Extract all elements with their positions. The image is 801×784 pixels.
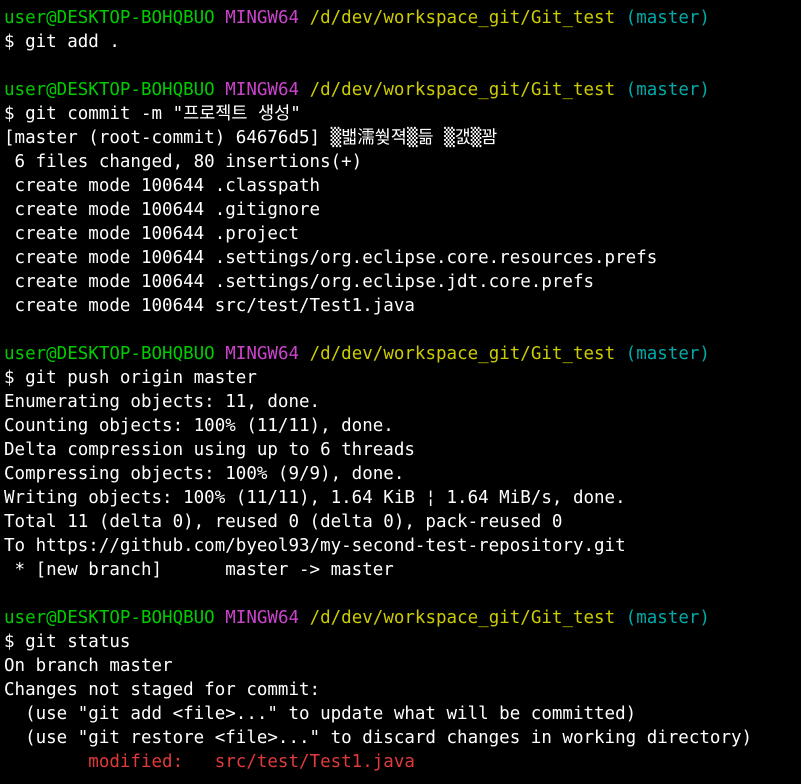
- output-line: create mode 100644 .project: [4, 222, 801, 246]
- output-line: create mode 100644 .gitignore: [4, 198, 801, 222]
- prompt-user: user@DESKTOP-BOHQBUO: [4, 80, 215, 100]
- output-line: 6 files changed, 80 insertions(+): [4, 150, 801, 174]
- line-text: Total 11 (delta 0), reused 0 (delta 0), …: [4, 512, 563, 532]
- line-text: Compressing objects: 100% (9/9), done.: [4, 464, 405, 484]
- output-line: create mode 100644 .settings/org.eclipse…: [4, 270, 801, 294]
- output-line: Delta compression using up to 6 threads: [4, 438, 801, 462]
- line-text: create mode 100644 .classpath: [4, 176, 321, 196]
- prompt-line: user@DESKTOP-BOHQBUO MINGW64 /d/dev/work…: [4, 78, 801, 102]
- command-line: $ git commit -m "프로젝트 생성": [4, 102, 801, 126]
- prompt-path: /d/dev/workspace_git/Git_test: [309, 344, 616, 364]
- output-line: Changes not staged for commit:: [4, 678, 801, 702]
- prompt-branch: (master): [625, 608, 710, 628]
- line-text: * [new branch] master -> master: [4, 560, 394, 580]
- prompt-branch: (master): [625, 8, 710, 28]
- line-text: Changes not staged for commit:: [4, 680, 321, 700]
- line-text: $ git commit -m "프로젝트 생성": [4, 104, 301, 124]
- line-text: $ git push origin master: [4, 368, 257, 388]
- prompt-branch: (master): [625, 80, 710, 100]
- command-line: $ git push origin master: [4, 366, 801, 390]
- prompt-path: /d/dev/workspace_git/Git_test: [309, 8, 616, 28]
- command-line: $ git add .: [4, 30, 801, 54]
- output-line: create mode 100644 src/test/Test1.java: [4, 294, 801, 318]
- line-text: [master (root-commit) 64676d5] ▒밻濡쒖젹▒듦 ▒…: [4, 128, 498, 148]
- prompt-user: user@DESKTOP-BOHQBUO: [4, 8, 215, 28]
- line-text: create mode 100644 src/test/Test1.java: [4, 296, 415, 316]
- output-line: Compressing objects: 100% (9/9), done.: [4, 462, 801, 486]
- output-line: To https://github.com/byeol93/my-second-…: [4, 534, 801, 558]
- line-text: create mode 100644 .settings/org.eclipse…: [4, 248, 658, 268]
- prompt-line: user@DESKTOP-BOHQBUO MINGW64 /d/dev/work…: [4, 342, 801, 366]
- line-text: create mode 100644 .project: [4, 224, 300, 244]
- line-text: create mode 100644 .settings/org.eclipse…: [4, 272, 595, 292]
- output-line: * [new branch] master -> master: [4, 558, 801, 582]
- modified-file-line: modified: src/test/Test1.java: [4, 750, 801, 774]
- terminal-output[interactable]: user@DESKTOP-BOHQBUO MINGW64 /d/dev/work…: [4, 6, 801, 774]
- output-line: Writing objects: 100% (11/11), 1.64 KiB …: [4, 486, 801, 510]
- output-line: [master (root-commit) 64676d5] ▒밻濡쒖젹▒듦 ▒…: [4, 126, 801, 150]
- prompt-host: MINGW64: [225, 608, 300, 628]
- output-line: (use "git add <file>..." to update what …: [4, 702, 801, 726]
- output-line: Total 11 (delta 0), reused 0 (delta 0), …: [4, 510, 801, 534]
- line-text: $ git add .: [4, 32, 120, 52]
- prompt-host: MINGW64: [225, 80, 300, 100]
- line-text: $ git status: [4, 632, 131, 652]
- line-text: Counting objects: 100% (11/11), done.: [4, 416, 394, 436]
- line-text: On branch master: [4, 656, 173, 676]
- prompt-path: /d/dev/workspace_git/Git_test: [309, 608, 616, 628]
- line-text: create mode 100644 .gitignore: [4, 200, 321, 220]
- prompt-path: /d/dev/workspace_git/Git_test: [309, 80, 616, 100]
- prompt-line: user@DESKTOP-BOHQBUO MINGW64 /d/dev/work…: [4, 606, 801, 630]
- output-line: Counting objects: 100% (11/11), done.: [4, 414, 801, 438]
- command-line: $ git status: [4, 630, 801, 654]
- line-text: Writing objects: 100% (11/11), 1.64 KiB …: [4, 488, 626, 508]
- line-text: 6 files changed, 80 insertions(+): [4, 152, 363, 172]
- prompt-host: MINGW64: [225, 8, 300, 28]
- prompt-line: user@DESKTOP-BOHQBUO MINGW64 /d/dev/work…: [4, 6, 801, 30]
- output-line: (use "git restore <file>..." to discard …: [4, 726, 801, 750]
- line-text: Delta compression using up to 6 threads: [4, 440, 415, 460]
- prompt-user: user@DESKTOP-BOHQBUO: [4, 608, 215, 628]
- line-text: (use "git add <file>..." to update what …: [4, 704, 637, 724]
- prompt-user: user@DESKTOP-BOHQBUO: [4, 344, 215, 364]
- output-line: create mode 100644 .settings/org.eclipse…: [4, 246, 801, 270]
- line-text: (use "git restore <file>..." to discard …: [4, 728, 753, 748]
- line-text: Enumerating objects: 11, done.: [4, 392, 321, 412]
- modified-file: src/test/Test1.java: [214, 752, 415, 772]
- output-line: On branch master: [4, 654, 801, 678]
- output-line: Enumerating objects: 11, done.: [4, 390, 801, 414]
- prompt-branch: (master): [625, 344, 710, 364]
- modified-label: modified:: [4, 752, 215, 772]
- prompt-host: MINGW64: [225, 344, 300, 364]
- output-line: create mode 100644 .classpath: [4, 174, 801, 198]
- line-text: To https://github.com/byeol93/my-second-…: [4, 536, 626, 556]
